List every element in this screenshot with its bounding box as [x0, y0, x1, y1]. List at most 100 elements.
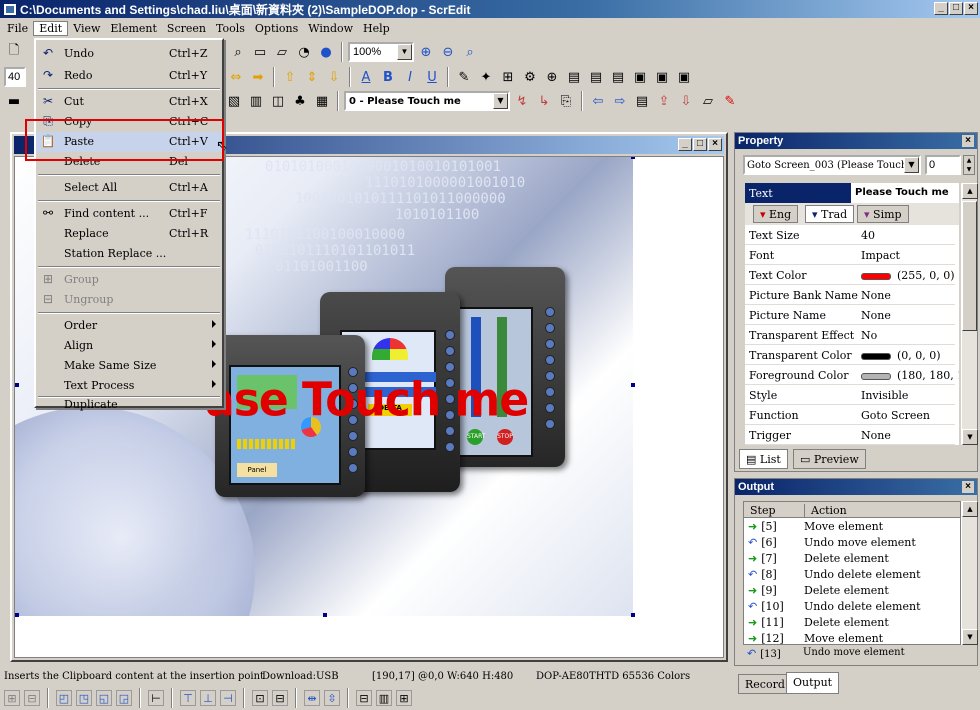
scroll-down-icon[interactable]: ▼ — [962, 629, 978, 645]
center-both-icon[interactable]: ⊞ — [396, 690, 412, 706]
zoom-in-icon[interactable]: ⊕ — [416, 42, 436, 62]
zoom-fit-icon[interactable]: ⌕ — [460, 42, 480, 62]
menu-element[interactable]: Element — [105, 22, 162, 35]
alarm-icon[interactable]: ♣ — [290, 91, 310, 111]
text-value-field[interactable]: Please Touch me — [851, 183, 959, 203]
insert-icon-1[interactable]: ↯ — [512, 91, 532, 111]
output-row[interactable]: ➜ [7] Delete element — [744, 550, 958, 566]
doc-maximize-button[interactable]: □ — [693, 138, 707, 151]
output-row[interactable]: ↶ [8] Undo delete element — [744, 566, 958, 582]
output-scrollbar[interactable]: ▲ ▼ — [961, 501, 978, 645]
screen3-icon[interactable]: ▤ — [608, 67, 628, 87]
object-selector[interactable]: Goto Screen_003 (Please Touch r ▼ — [743, 155, 921, 175]
tab-trad[interactable]: ▾ Trad — [805, 205, 855, 223]
menu-item-replace[interactable]: Replace Ctrl+R — [36, 224, 222, 244]
property-row[interactable]: Foreground Color(180, 180, 18 — [745, 365, 959, 385]
selection-handle[interactable] — [631, 613, 635, 617]
bar-icon[interactable]: ◫ — [268, 91, 288, 111]
move-right-icon[interactable]: ➡ — [248, 67, 268, 87]
zoom-out-icon[interactable]: ⊖ — [438, 42, 458, 62]
selection-handle[interactable] — [631, 383, 635, 387]
menu-item-redo[interactable]: ↷ Redo Ctrl+Y — [36, 66, 222, 86]
menu-edit[interactable]: Edit — [33, 21, 69, 36]
tab-eng[interactable]: ▾ Eng — [753, 205, 799, 223]
object-index-field[interactable]: 0 — [925, 155, 961, 175]
column-action[interactable]: Action — [804, 504, 847, 517]
tab-simp[interactable]: ▾ Simp — [857, 205, 909, 223]
property-row[interactable]: Trigger None — [745, 425, 955, 445]
upload-icon[interactable]: ⇪ — [654, 91, 674, 111]
font-size-select[interactable]: 40 — [4, 67, 26, 87]
center-horizontal-icon[interactable]: ⊟ — [356, 690, 372, 706]
space-vertical-icon[interactable]: ⇳ — [324, 690, 340, 706]
text-color-icon[interactable]: A — [356, 67, 376, 87]
screen-list-icon[interactable]: ▤ — [632, 91, 652, 111]
align-bottom-icon[interactable]: ⊣ — [220, 690, 236, 706]
menu-view[interactable]: View — [68, 22, 105, 35]
insert-icon-3[interactable]: ⎘ — [556, 91, 576, 111]
output-row[interactable]: ➜ [9] Delete element — [744, 582, 958, 598]
same-height-icon[interactable]: ⊟ — [272, 690, 288, 706]
element-icon[interactable]: ▬ — [4, 91, 24, 111]
property-row[interactable]: Picture Bank Name None — [745, 285, 955, 305]
new-file-icon[interactable]: 🗋 — [4, 42, 24, 62]
menu-help[interactable]: Help — [358, 22, 395, 35]
align-arrows-icon[interactable]: ⇔ — [226, 67, 246, 87]
move-down-icon[interactable]: ⇩ — [324, 67, 344, 87]
screen4-icon[interactable]: ▣ — [630, 67, 650, 87]
menu-options[interactable]: Options — [250, 22, 303, 35]
close-button[interactable]: × — [964, 2, 978, 15]
output-row[interactable]: ↶ [10] Undo delete element — [744, 598, 958, 614]
property-row[interactable]: Text Color (255, 0, 0) — [745, 265, 955, 285]
underline-icon[interactable]: U — [422, 67, 442, 87]
selection-handle[interactable] — [15, 613, 19, 617]
target-icon[interactable]: ⊕ — [542, 67, 562, 87]
index-spinner[interactable]: ▲ ▼ — [963, 155, 975, 175]
menu-item-station-replace[interactable]: Station Replace ... — [36, 244, 222, 264]
menu-window[interactable]: Window — [303, 22, 358, 35]
text-property-row[interactable]: Text Please Touch me — [745, 183, 959, 203]
menu-tools[interactable]: Tools — [211, 22, 250, 35]
open-folder-icon[interactable]: ▱ — [272, 42, 292, 62]
space-horizontal-icon[interactable]: ⇹ — [304, 690, 320, 706]
center-vertical-icon[interactable]: ▥ — [376, 690, 392, 706]
window-icon[interactable]: ▭ — [250, 42, 270, 62]
user-icon[interactable]: ◔ — [294, 42, 314, 62]
grid-icon[interactable]: ⊞ — [498, 67, 518, 87]
clean-icon[interactable]: ✎ — [720, 91, 740, 111]
scroll-up-icon[interactable]: ▲ — [962, 501, 978, 517]
screen6-icon[interactable]: ▣ — [674, 67, 694, 87]
scroll-up-icon[interactable]: ▲ — [962, 183, 978, 199]
send-backward-icon[interactable]: ◱ — [96, 690, 112, 706]
screen5-icon[interactable]: ▣ — [652, 67, 672, 87]
selection-handle[interactable] — [323, 613, 327, 617]
bring-front-icon[interactable]: ◰ — [56, 690, 72, 706]
menu-item-align[interactable]: Align — [36, 336, 222, 356]
screen2-icon[interactable]: ▤ — [586, 67, 606, 87]
output-close-icon[interactable]: × — [962, 481, 974, 493]
zoom-select[interactable]: 100% ▼ — [348, 42, 414, 62]
menu-item-group[interactable]: ⊞ Group — [36, 270, 222, 290]
tab-list[interactable]: ▤ List — [739, 449, 788, 469]
next-screen-icon[interactable]: ⇨ — [610, 91, 630, 111]
menu-file[interactable]: File — [2, 22, 33, 35]
property-row[interactable]: Function Goto Screen — [745, 405, 955, 425]
find-icon[interactable]: ⌕ — [228, 42, 248, 62]
output-row[interactable]: ↶ [6] Undo move element — [744, 534, 958, 550]
chart-icon[interactable]: ▧ — [224, 91, 244, 111]
selection-handle[interactable] — [631, 157, 635, 159]
property-row[interactable]: Text Size 40 — [745, 225, 955, 245]
meter-icon[interactable]: ▥ — [246, 91, 266, 111]
output-row[interactable]: ➜ [5] Move element — [744, 518, 958, 534]
output-row[interactable]: ➜ [11] Delete element — [744, 614, 958, 630]
selection-handle[interactable] — [15, 383, 19, 387]
menu-item-cut[interactable]: ✂ Cut Ctrl+X — [36, 92, 222, 112]
ungroup-icon[interactable]: ⊟ — [24, 690, 40, 706]
window-new-icon[interactable]: ▱ — [698, 91, 718, 111]
property-row[interactable]: Picture Name None — [745, 305, 955, 325]
group-icon[interactable]: ⊞ — [4, 690, 20, 706]
menu-screen[interactable]: Screen — [162, 22, 211, 35]
property-row[interactable]: Style Invisible — [745, 385, 955, 405]
doc-close-button[interactable]: × — [708, 138, 722, 151]
menu-item-order[interactable]: Order — [36, 316, 222, 336]
